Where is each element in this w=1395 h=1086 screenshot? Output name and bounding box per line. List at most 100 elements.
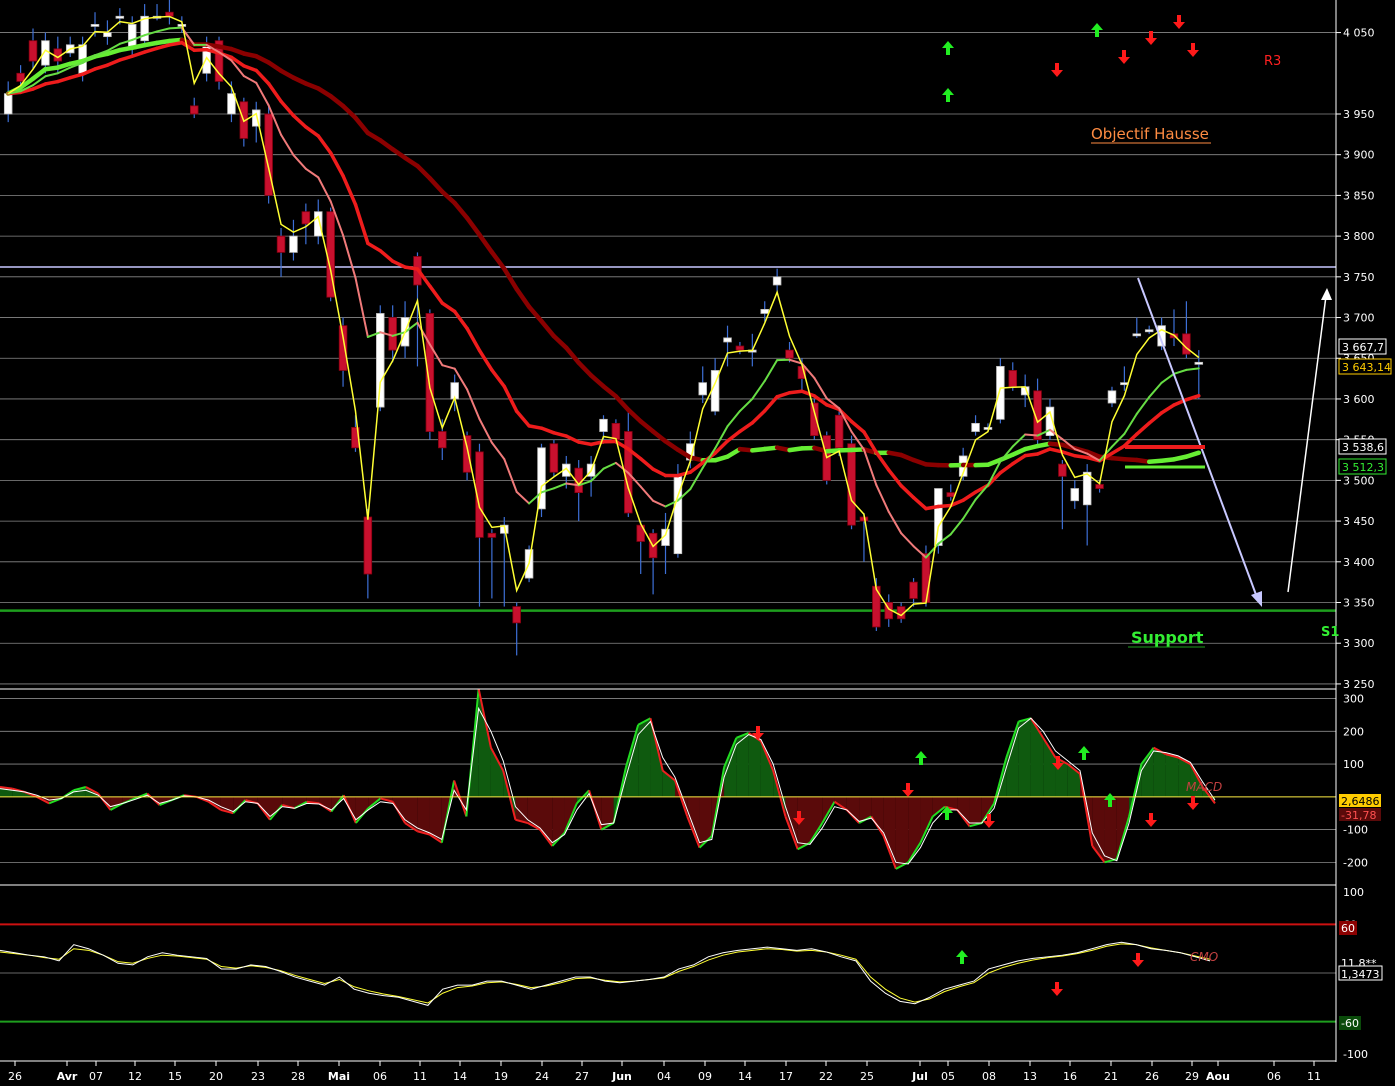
ma-red-segment (936, 503, 953, 509)
time-tick-label: 08 (982, 1070, 996, 1083)
candle-body (487, 532, 497, 538)
price-tick-label: 3 350 (1343, 597, 1375, 610)
macd-fill (638, 718, 651, 797)
time-tick-label: 23 (251, 1070, 265, 1083)
macd-marker-b: -31,78 (1341, 809, 1376, 822)
candle-body (165, 11, 174, 17)
candle-body (115, 15, 125, 19)
chart-background (0, 0, 1395, 1086)
macd-fill (895, 796, 909, 869)
time-tick-label: 14 (453, 1070, 467, 1083)
time-tick-label: 24 (535, 1070, 549, 1083)
candle-body (921, 553, 931, 603)
candle-body (301, 211, 311, 225)
candle-body (314, 211, 323, 237)
time-tick-label: 14 (738, 1070, 752, 1083)
time-tick-label: 04 (657, 1070, 671, 1083)
macd-tick-label: -200 (1343, 856, 1368, 869)
time-tick-label: 11 (413, 1070, 427, 1083)
cmo-label: CMO (1190, 950, 1218, 964)
candle-body (363, 516, 373, 575)
time-tick-label: Mai (328, 1070, 350, 1083)
ma-red-segment (924, 504, 941, 511)
candle-body (462, 435, 472, 473)
candle-body (16, 72, 25, 82)
candle-body (772, 276, 782, 286)
candle-body (1194, 361, 1204, 365)
time-tick-label: 29 (1185, 1070, 1199, 1083)
candle-body (438, 431, 447, 449)
macd-tick-label: 300 (1343, 693, 1364, 706)
candle-body (785, 349, 794, 359)
price-tick-label: 4 050 (1343, 27, 1375, 40)
marker-ma-a: 3 538,6 (1342, 441, 1384, 454)
candle-body (276, 235, 286, 253)
time-tick-label: 06 (1267, 1070, 1281, 1083)
candle-body (1095, 484, 1104, 489)
candle-body (512, 606, 521, 624)
ma-red-segment (43, 79, 60, 86)
candle-body (599, 418, 608, 432)
time-tick-label: 20 (209, 1070, 223, 1083)
candle-body (549, 443, 559, 473)
price-tick-label: 3 850 (1343, 189, 1375, 202)
macd-fill (1165, 754, 1179, 797)
price-tick-label: 3 750 (1343, 271, 1375, 284)
time-tick-label: Jul (911, 1070, 928, 1083)
macd-fill (515, 796, 528, 824)
ma-red-segment (403, 265, 420, 271)
time-tick-label: Avr (57, 1070, 78, 1083)
ma-red-segment (527, 424, 544, 430)
candle-body (189, 105, 199, 115)
candle-body (1144, 329, 1154, 333)
price-tick-label: 3 900 (1343, 149, 1375, 162)
macd-tick-label: 200 (1343, 725, 1364, 738)
price-tick-label: 3 450 (1343, 515, 1375, 528)
cmo-marker-b: 1,3473 (1341, 968, 1380, 981)
time-tick-label: 26 (1145, 1070, 1159, 1083)
ma-red-segment (192, 47, 209, 53)
time-tick-label: 26 (8, 1070, 22, 1083)
time-tick-label: Jun (611, 1070, 632, 1083)
time-tick-label: 07 (89, 1070, 103, 1083)
time-tick-label: 17 (779, 1070, 793, 1083)
price-tick-label: 3 400 (1343, 556, 1375, 569)
price-tick-label: 3 950 (1343, 108, 1375, 121)
time-tick-label: 21 (1104, 1070, 1118, 1083)
price-tick-label: 3 250 (1343, 678, 1375, 691)
time-tick-label: 22 (819, 1070, 833, 1083)
candle-body (611, 422, 621, 441)
macd-fill (1018, 718, 1031, 797)
time-tick-label: 06 (373, 1070, 387, 1083)
trading-chart: 300 200 100 -100 -200 100 60 -60 -100 4 050 3 95… (0, 0, 1395, 1086)
candle-body (698, 382, 707, 396)
candle-body (289, 235, 298, 253)
macd-fill (1153, 747, 1166, 797)
marker-current: 3 643,14 (1342, 361, 1391, 374)
candle-body (1182, 333, 1191, 355)
candle-body (1008, 370, 1018, 388)
time-tick-label: 12 (128, 1070, 142, 1083)
ma-red-segment (167, 41, 184, 47)
candle-body (971, 422, 980, 432)
cmo-marker-top: 60 (1341, 922, 1355, 935)
candle-body (834, 414, 844, 449)
time-tick-label: 27 (575, 1070, 589, 1083)
macd-tick-label: -100 (1343, 824, 1368, 837)
candle-body (723, 337, 732, 343)
candle-body (735, 345, 745, 351)
ma-red-segment (1023, 452, 1040, 458)
time-tick-label: 28 (291, 1070, 305, 1083)
candle-body (1070, 488, 1080, 502)
candle-body (338, 325, 348, 371)
candle-body (41, 40, 50, 66)
candle-body (946, 492, 956, 498)
time-tick-label: Aou (1206, 1070, 1230, 1083)
candle-body (227, 93, 236, 115)
candle-body (90, 24, 100, 27)
cmo-marker-bottom: -60 (1341, 1017, 1359, 1030)
candle-body (909, 581, 918, 599)
candle-body (388, 317, 397, 351)
candle-body (934, 488, 943, 546)
candle-body (28, 40, 38, 62)
